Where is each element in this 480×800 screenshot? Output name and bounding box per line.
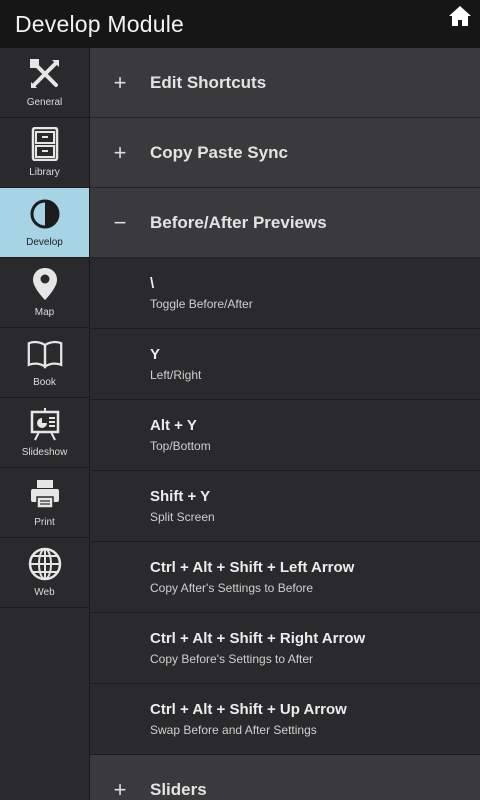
sidebar-item-web[interactable]: Web <box>0 538 89 608</box>
shortcut-key: Y <box>150 346 161 363</box>
section-edit-shortcuts[interactable]: + Edit Shortcuts <box>90 48 480 118</box>
section-title: Sliders <box>150 779 207 799</box>
sidebar-item-general[interactable]: General <box>0 48 89 118</box>
sidebar-item-label: Print <box>34 517 55 528</box>
expand-icon: + <box>113 139 127 165</box>
section-before-after-previews[interactable]: − Before/After Previews <box>90 188 480 258</box>
shortcut-description: Left/Right <box>150 368 202 382</box>
sidebar-item-develop[interactable]: Develop <box>0 188 89 258</box>
shortcut-row: \ Toggle Before/After <box>90 258 480 329</box>
sidebar-item-label: Library <box>29 167 60 178</box>
shortcut-description: Split Screen <box>150 510 215 524</box>
sidebar: General Library Develop Map Book Slidesh… <box>0 48 90 800</box>
section-title: Before/After Previews <box>150 212 327 232</box>
globe-icon <box>27 546 63 582</box>
app-header: Develop Module <box>0 0 480 48</box>
shortcut-panel: + Edit Shortcuts + Copy Paste Sync − Bef… <box>90 48 480 800</box>
presentation-icon <box>27 406 63 442</box>
shortcut-key: Ctrl + Alt + Shift + Up Arrow <box>150 701 347 718</box>
shortcut-row: Ctrl + Alt + Shift + Left Arrow Copy Aft… <box>90 542 480 613</box>
contrast-icon <box>27 196 63 232</box>
section-sliders[interactable]: + Sliders <box>90 755 480 800</box>
section-title: Edit Shortcuts <box>150 72 267 92</box>
sidebar-item-map[interactable]: Map <box>0 258 89 328</box>
shortcut-key: Ctrl + Alt + Shift + Left Arrow <box>150 559 355 576</box>
section-copy-paste-sync[interactable]: + Copy Paste Sync <box>90 118 480 188</box>
sidebar-item-label: Book <box>33 377 56 388</box>
shortcut-row: Ctrl + Alt + Shift + Right Arrow Copy Be… <box>90 613 480 684</box>
expand-icon: + <box>113 776 127 800</box>
printer-icon <box>27 476 63 512</box>
shortcut-description: Toggle Before/After <box>150 297 253 311</box>
shortcut-description: Swap Before and After Settings <box>150 723 317 737</box>
shortcut-description: Copy After's Settings to Before <box>150 581 314 595</box>
book-icon <box>27 336 63 372</box>
sidebar-item-label: Map <box>34 307 55 318</box>
sidebar-item-print[interactable]: Print <box>0 468 89 538</box>
shortcut-key: Alt + Y <box>150 417 197 434</box>
tools-icon <box>27 56 63 92</box>
shortcut-row: Y Left/Right <box>90 329 480 400</box>
sidebar-item-library[interactable]: Library <box>0 118 89 188</box>
shortcut-description: Top/Bottom <box>150 439 211 453</box>
expand-icon: + <box>113 69 127 95</box>
home-icon[interactable] <box>448 5 472 27</box>
shortcut-key: \ <box>150 275 155 292</box>
collapse-icon: − <box>113 209 127 235</box>
sidebar-item-label: General <box>26 97 63 108</box>
shortcut-key: Ctrl + Alt + Shift + Right Arrow <box>150 630 366 647</box>
shortcut-description: Copy Before's Settings to After <box>150 652 314 666</box>
shortcut-key: Shift + Y <box>150 488 211 505</box>
sidebar-item-slideshow[interactable]: Slideshow <box>0 398 89 468</box>
sidebar-item-label: Web <box>34 587 55 598</box>
section-title: Copy Paste Sync <box>150 142 288 162</box>
shortcut-row: Ctrl + Alt + Shift + Up Arrow Swap Befor… <box>90 684 480 755</box>
shortcut-row: Shift + Y Split Screen <box>90 471 480 542</box>
sidebar-item-label: Slideshow <box>21 447 68 458</box>
shortcut-row: Alt + Y Top/Bottom <box>90 400 480 471</box>
cabinet-icon <box>27 126 63 162</box>
page-title: Develop Module <box>15 10 185 37</box>
map-pin-icon <box>27 266 63 302</box>
sidebar-item-book[interactable]: Book <box>0 328 89 398</box>
sidebar-item-label: Develop <box>26 237 63 248</box>
